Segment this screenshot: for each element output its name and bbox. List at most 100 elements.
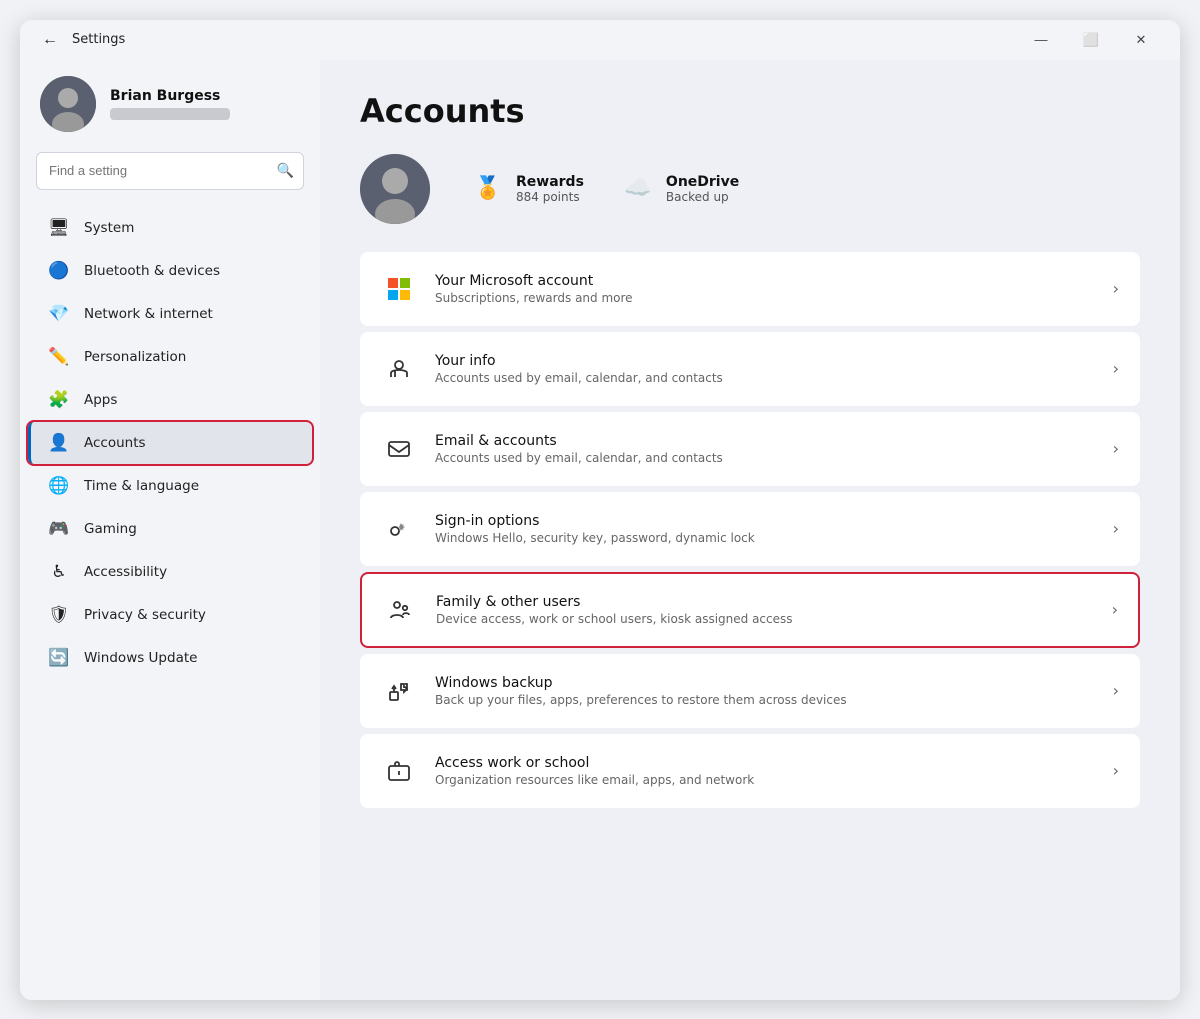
onedrive-title: OneDrive: [666, 174, 739, 190]
personalization-icon: ✏️: [48, 346, 70, 368]
account-hero: 🏅 Rewards 884 points ☁️ OneDrive Backed …: [360, 154, 1140, 224]
nav-label-update: Windows Update: [84, 650, 197, 666]
window-controls: — ⬜ ✕: [1018, 24, 1164, 56]
nav-label-system: System: [84, 220, 134, 236]
work-school-icon: [381, 753, 417, 789]
nav-item-privacy[interactable]: 🛡 Privacy & security: [28, 594, 312, 636]
nav-item-update[interactable]: 🔄 Windows Update: [28, 637, 312, 679]
email-accounts-title: Email & accounts: [435, 433, 1095, 449]
work-school-text: Access work or school Organization resou…: [435, 755, 1095, 787]
signin-options-chevron: ›: [1113, 519, 1119, 538]
signin-options-text: Sign-in options Windows Hello, security …: [435, 513, 1095, 545]
family-users-sub: Device access, work or school users, kio…: [436, 612, 1094, 626]
search-box: 🔍: [36, 152, 304, 190]
content-area: Accounts 🏅 Rewards 884 points ☁️ OneDriv…: [320, 60, 1180, 1000]
maximize-button[interactable]: ⬜: [1068, 24, 1114, 56]
microsoft-account-text: Your Microsoft account Subscriptions, re…: [435, 273, 1095, 305]
your-info-text: Your info Accounts used by email, calend…: [435, 353, 1095, 385]
nav-label-accounts: Accounts: [84, 435, 146, 451]
bluetooth-icon: 🔵: [48, 260, 70, 282]
hero-avatar: [360, 154, 430, 224]
nav-label-privacy: Privacy & security: [84, 607, 206, 623]
hero-badge-onedrive: ☁️ OneDrive Backed up: [620, 171, 739, 207]
work-school-sub: Organization resources like email, apps,…: [435, 773, 1095, 787]
rewards-sub: 884 points: [516, 190, 584, 204]
user-name: Brian Burgess: [110, 88, 230, 104]
back-button[interactable]: ←: [36, 26, 64, 54]
window-title: Settings: [72, 32, 1018, 47]
nav-item-bluetooth[interactable]: 🔵 Bluetooth & devices: [28, 250, 312, 292]
nav-item-accessibility[interactable]: ♿ Accessibility: [28, 551, 312, 593]
email-accounts-chevron: ›: [1113, 439, 1119, 458]
settings-row-email-accounts[interactable]: Email & accounts Accounts used by email,…: [360, 412, 1140, 486]
settings-row-microsoft-account[interactable]: Your Microsoft account Subscriptions, re…: [360, 252, 1140, 326]
nav-label-apps: Apps: [84, 392, 117, 408]
settings-row-work-school[interactable]: Access work or school Organization resou…: [360, 734, 1140, 808]
windows-backup-chevron: ›: [1113, 681, 1119, 700]
user-section: Brian Burgess: [20, 60, 320, 152]
rewards-info: Rewards 884 points: [516, 174, 584, 204]
family-users-icon: [382, 592, 418, 628]
system-icon: 🖥: [48, 217, 70, 239]
onedrive-sub: Backed up: [666, 190, 739, 204]
update-icon: 🔄: [48, 647, 70, 669]
work-school-title: Access work or school: [435, 755, 1095, 771]
nav-label-network: Network & internet: [84, 306, 213, 322]
nav-item-personalization[interactable]: ✏️ Personalization: [28, 336, 312, 378]
user-info: Brian Burgess: [110, 88, 230, 120]
minimize-button[interactable]: —: [1018, 24, 1064, 56]
nav-label-time: Time & language: [84, 478, 199, 494]
privacy-icon: 🛡: [48, 604, 70, 626]
windows-backup-sub: Back up your files, apps, preferences to…: [435, 693, 1095, 707]
accessibility-icon: ♿: [48, 561, 70, 583]
search-input[interactable]: [36, 152, 304, 190]
your-info-sub: Accounts used by email, calendar, and co…: [435, 371, 1095, 385]
settings-list: Your Microsoft account Subscriptions, re…: [360, 252, 1140, 808]
accounts-icon: 👤: [48, 432, 70, 454]
nav-item-accounts[interactable]: 👤 Accounts: [28, 422, 312, 464]
network-icon: 💎: [48, 303, 70, 325]
apps-icon: 🧩: [48, 389, 70, 411]
user-email-redacted: [110, 108, 230, 120]
close-button[interactable]: ✕: [1118, 24, 1164, 56]
windows-backup-icon: [381, 673, 417, 709]
avatar: [40, 76, 96, 132]
windows-backup-text: Windows backup Back up your files, apps,…: [435, 675, 1095, 707]
email-accounts-text: Email & accounts Accounts used by email,…: [435, 433, 1095, 465]
onedrive-icon: ☁️: [620, 171, 656, 207]
settings-row-your-info[interactable]: Your info Accounts used by email, calend…: [360, 332, 1140, 406]
onedrive-info: OneDrive Backed up: [666, 174, 739, 204]
family-users-title: Family & other users: [436, 594, 1094, 610]
nav-item-network[interactable]: 💎 Network & internet: [28, 293, 312, 335]
main-content: Brian Burgess 🔍 🖥 System 🔵 Bluetooth & d…: [20, 60, 1180, 1000]
nav-item-gaming[interactable]: 🎮 Gaming: [28, 508, 312, 550]
your-info-icon: [381, 351, 417, 387]
nav-label-bluetooth: Bluetooth & devices: [84, 263, 220, 279]
signin-options-title: Sign-in options: [435, 513, 1095, 529]
page-title: Accounts: [360, 92, 1140, 130]
windows-backup-title: Windows backup: [435, 675, 1095, 691]
nav-item-apps[interactable]: 🧩 Apps: [28, 379, 312, 421]
rewards-icon: 🏅: [470, 171, 506, 207]
nav-item-system[interactable]: 🖥 System: [28, 207, 312, 249]
nav-item-time[interactable]: 🌐 Time & language: [28, 465, 312, 507]
time-icon: 🌐: [48, 475, 70, 497]
nav-label-accessibility: Accessibility: [84, 564, 167, 580]
settings-row-family-users[interactable]: Family & other users Device access, work…: [360, 572, 1140, 648]
nav-label-gaming: Gaming: [84, 521, 137, 537]
avatar-image: [40, 76, 96, 132]
email-accounts-icon: [381, 431, 417, 467]
rewards-title: Rewards: [516, 174, 584, 190]
nav-list: 🖥 System 🔵 Bluetooth & devices 💎 Network…: [20, 206, 320, 680]
work-school-chevron: ›: [1113, 761, 1119, 780]
settings-window: ← Settings — ⬜ ✕: [20, 20, 1180, 1000]
microsoft-account-icon: [381, 271, 417, 307]
your-info-title: Your info: [435, 353, 1095, 369]
family-users-text: Family & other users Device access, work…: [436, 594, 1094, 626]
family-users-chevron: ›: [1112, 600, 1118, 619]
settings-row-windows-backup[interactable]: Windows backup Back up your files, apps,…: [360, 654, 1140, 728]
settings-row-signin-options[interactable]: Sign-in options Windows Hello, security …: [360, 492, 1140, 566]
title-bar: ← Settings — ⬜ ✕: [20, 20, 1180, 60]
nav-label-personalization: Personalization: [84, 349, 186, 365]
gaming-icon: 🎮: [48, 518, 70, 540]
